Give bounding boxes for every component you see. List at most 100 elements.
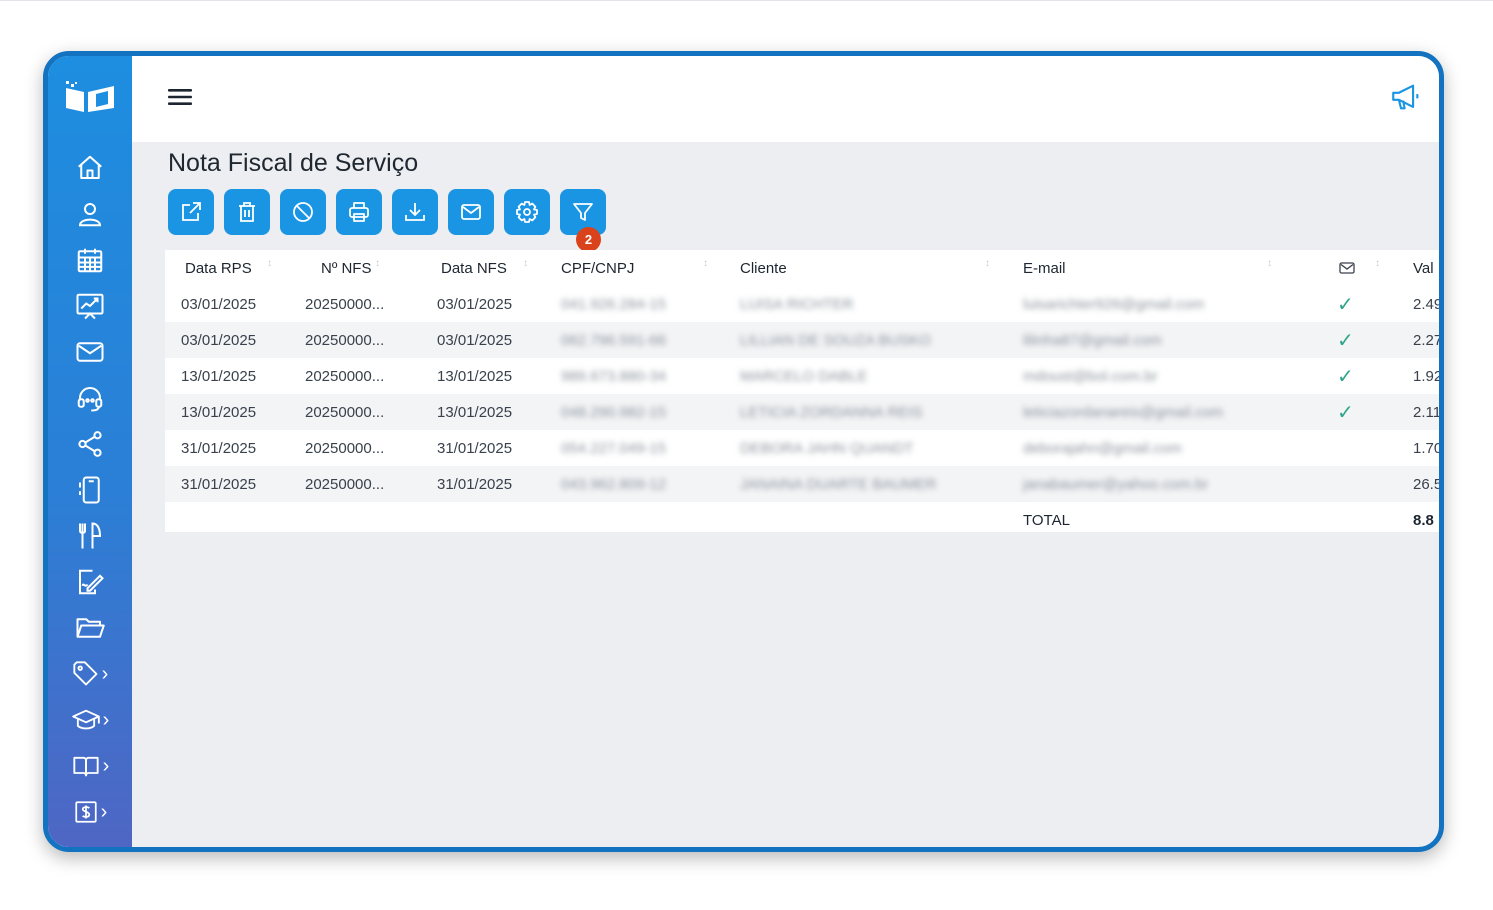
sidebar-item-courses[interactable]: › xyxy=(48,700,132,740)
settings-button[interactable] xyxy=(504,189,550,235)
sidebar-item-tags[interactable]: › xyxy=(48,654,132,694)
cell-valor: 26.5 xyxy=(1413,475,1443,493)
header-data-rps[interactable]: Data RPS xyxy=(185,250,252,286)
mail-icon xyxy=(461,204,481,220)
sidebar-item-home[interactable] xyxy=(48,148,132,188)
support-headset-icon xyxy=(77,387,103,412)
cell-email: luisarichter926@gmail.com xyxy=(1023,295,1205,313)
table-row[interactable]: 03/01/2025 20250000... 03/01/2025 041.926.2… xyxy=(165,286,1439,322)
download-icon xyxy=(405,203,425,221)
app-logo xyxy=(66,81,114,112)
app-window: › › › › Nota Fiscal de Serviço 2 Data RP… xyxy=(43,51,1444,852)
delete-button[interactable] xyxy=(224,189,270,235)
chevron-right-icon: › xyxy=(100,801,108,823)
signature-icon xyxy=(79,569,104,595)
table-row[interactable]: 13/01/2025 20250000... 13/01/2025 048.290.9… xyxy=(165,394,1442,430)
top-bar xyxy=(132,56,1439,142)
open-button[interactable] xyxy=(168,189,214,235)
book-icon xyxy=(73,756,99,777)
cell-data-rps: 03/01/2025 xyxy=(181,331,257,349)
cell-cpf-cnpj: 054.227.049-15 xyxy=(561,439,667,457)
invoice-table: Data RPS ↕ Nº NFS ↕ Data NFS ↕ CPF/CNPJ … xyxy=(165,250,1443,532)
sidebar-item-reports[interactable] xyxy=(48,286,132,326)
sidebar-item-restaurant[interactable] xyxy=(48,516,132,556)
header-cpf-cnpj[interactable]: CPF/CNPJ xyxy=(561,250,634,286)
cell-email: lilinha87@gmail.com xyxy=(1023,331,1162,349)
cell-n-nfs: 20250000... xyxy=(305,403,385,421)
sort-icon[interactable]: ↕ xyxy=(523,258,528,269)
sidebar-item-support[interactable] xyxy=(48,378,132,418)
menu-icon[interactable] xyxy=(168,86,192,108)
print-button[interactable] xyxy=(336,189,382,235)
top-divider xyxy=(0,0,1493,1)
sidebar-item-mail[interactable] xyxy=(48,332,132,372)
header-email-sent[interactable] xyxy=(1339,250,1355,286)
total-label: TOTAL xyxy=(1023,511,1070,529)
sort-icon[interactable]: ↕ xyxy=(375,258,380,269)
table-row[interactable]: 31/01/2025 20250000... 31/01/2025 054.227.0… xyxy=(165,430,1439,466)
cell-cliente: LUISA RICHTER xyxy=(740,295,854,313)
sidebar-item-folder[interactable] xyxy=(48,608,132,648)
table-row[interactable]: 31/01/2025 20250000... 31/01/2025 043.962.8… xyxy=(165,466,1443,502)
sidebar-item-signature[interactable] xyxy=(48,562,132,602)
filter-icon xyxy=(573,203,593,221)
table-row[interactable]: 03/01/2025 20250000... 03/01/2025 062.796.5… xyxy=(165,322,1443,358)
cell-data-nfs: 03/01/2025 xyxy=(437,295,513,313)
cell-cliente: LILLIAN DE SOUZA BUSKO xyxy=(740,331,931,349)
cell-valor: 1.92 xyxy=(1413,367,1443,385)
external-link-icon xyxy=(182,202,201,221)
sidebar-item-finance[interactable]: › xyxy=(48,792,132,832)
cell-data-nfs: 31/01/2025 xyxy=(437,439,513,457)
cell-n-nfs: 20250000... xyxy=(305,439,385,457)
sidebar-item-manual[interactable]: › xyxy=(48,746,132,786)
mail-icon xyxy=(1339,262,1355,274)
cell-n-nfs: 20250000... xyxy=(305,475,385,493)
sort-icon[interactable]: ↕ xyxy=(985,258,990,269)
header-data-nfs[interactable]: Data NFS xyxy=(441,250,507,286)
user-icon xyxy=(78,203,102,227)
sort-icon[interactable]: ↕ xyxy=(267,258,272,269)
cell-cliente: MARCELO DABLE xyxy=(740,367,868,385)
cell-email: leticiazordanareis@gmail.com xyxy=(1023,403,1224,421)
cell-data-rps: 13/01/2025 xyxy=(181,403,257,421)
sort-icon[interactable]: ↕ xyxy=(703,258,708,269)
header-email[interactable]: E-mail xyxy=(1023,250,1066,286)
share-icon xyxy=(78,431,102,457)
email-button[interactable] xyxy=(448,189,494,235)
cell-data-nfs: 13/01/2025 xyxy=(437,403,513,421)
cancel-icon xyxy=(293,202,313,222)
tag-icon xyxy=(73,661,98,686)
megaphone-icon[interactable] xyxy=(1389,80,1423,114)
folder-icon xyxy=(76,618,105,638)
mobile-icon xyxy=(79,476,100,504)
header-n-nfs[interactable]: Nº NFS xyxy=(321,250,371,286)
chevron-right-icon: › xyxy=(101,663,109,685)
table-row[interactable]: 13/01/2025 20250000... 13/01/2025 989.673.8… xyxy=(165,358,1443,394)
cell-data-nfs: 03/01/2025 xyxy=(437,331,513,349)
cell-data-rps: 13/01/2025 xyxy=(181,367,257,385)
chart-icon xyxy=(76,293,104,320)
chevron-right-icon: › xyxy=(102,709,110,731)
cell-n-nfs: 20250000... xyxy=(305,331,385,349)
total-row: TOTAL 8.8 xyxy=(165,502,1439,538)
download-button[interactable] xyxy=(392,189,438,235)
dollar-icon xyxy=(75,801,97,823)
cell-cliente: DEBORA JAHN QUANDT xyxy=(740,439,914,457)
sort-icon[interactable]: ↕ xyxy=(1375,258,1380,269)
cell-valor: 2.11 xyxy=(1413,403,1442,421)
sort-icon[interactable]: ↕ xyxy=(1267,258,1272,269)
check-icon: ✓ xyxy=(1337,329,1354,352)
header-valor[interactable]: Val xyxy=(1413,250,1434,286)
cell-email: janabaumer@yahoo.com.br xyxy=(1023,475,1209,493)
cancel-button[interactable] xyxy=(280,189,326,235)
cell-valor: 2.27 xyxy=(1413,331,1443,349)
cell-cliente: LETICIA ZORDANNA REIS xyxy=(740,403,923,421)
sidebar-item-user[interactable] xyxy=(48,194,132,234)
cell-data-nfs: 31/01/2025 xyxy=(437,475,513,493)
sidebar-item-share[interactable] xyxy=(48,424,132,464)
sidebar-item-calendar[interactable] xyxy=(48,240,132,280)
filter-count-badge: 2 xyxy=(576,227,601,252)
check-icon: ✓ xyxy=(1337,293,1354,316)
sidebar-item-mobile[interactable] xyxy=(48,470,132,510)
header-cliente[interactable]: Cliente xyxy=(740,250,787,286)
